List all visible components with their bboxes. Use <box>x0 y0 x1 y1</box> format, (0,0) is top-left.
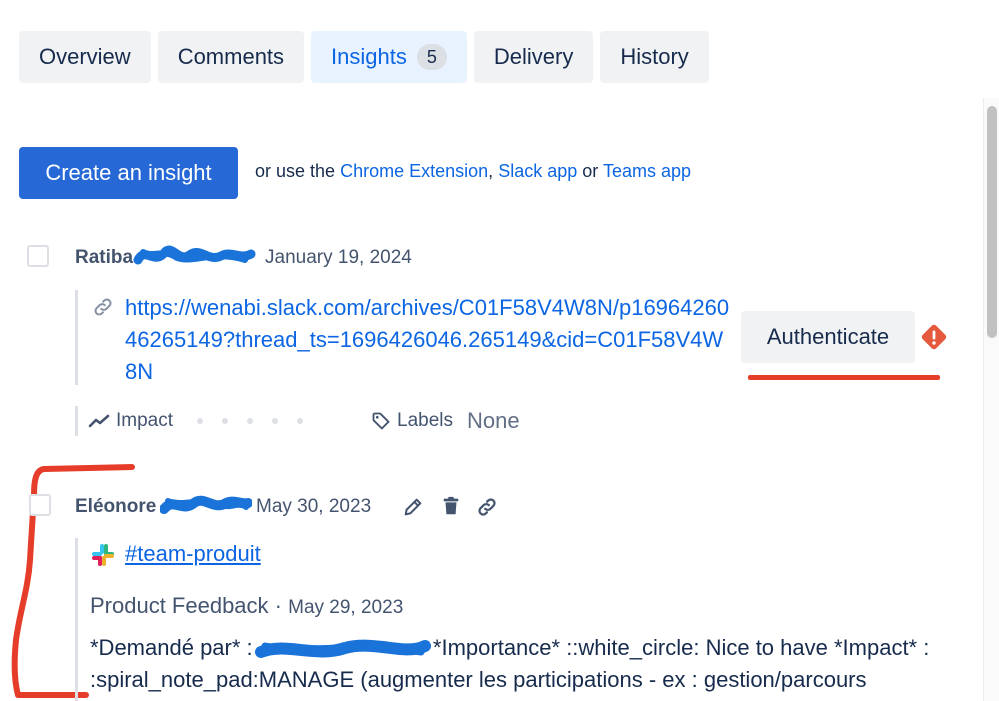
feedback-heading: Product Feedback · May 29, 2023 <box>90 593 403 619</box>
source-url-link[interactable]: https://wenabi.slack.com/archives/C01F58… <box>125 292 735 388</box>
quote-divider <box>75 538 78 701</box>
impact-dots[interactable] <box>197 418 304 424</box>
impact-dot[interactable] <box>272 418 279 424</box>
labels-value: None <box>467 408 520 433</box>
body-requested-by: *Demandé par* : <box>90 635 253 660</box>
comma-separator: , <box>488 161 494 181</box>
tab-comments[interactable]: Comments <box>157 31 305 83</box>
tag-icon <box>372 412 390 430</box>
integration-hint: or use the Chrome Extension, Slack app o… <box>255 161 691 182</box>
tab-delivery-label: Delivery <box>493 44 574 69</box>
chrome-extension-link[interactable]: Chrome Extension <box>340 161 488 181</box>
redaction-scribble <box>160 495 252 514</box>
insights-count-badge: 5 <box>416 44 447 70</box>
copy-link-icon[interactable] <box>476 496 498 518</box>
tab-history-label: History <box>620 44 689 69</box>
feedback-title: Product Feedback <box>90 593 269 618</box>
insight-author: Eléonore <box>75 496 157 517</box>
edit-pencil-icon[interactable] <box>402 496 424 518</box>
feedback-date: May 29, 2023 <box>288 597 404 618</box>
authenticate-button[interactable]: Authenticate <box>741 311 915 363</box>
redaction-scribble <box>254 639 431 659</box>
tab-delivery[interactable]: Delivery <box>473 31 594 83</box>
warning-icon <box>921 324 947 350</box>
slack-app-link[interactable]: Slack app <box>498 161 577 181</box>
tab-insights-label: Insights <box>331 44 407 69</box>
slack-channel-link[interactable]: #team-produit <box>125 541 261 567</box>
feedback-body: *Demandé par* : *Importance* ::white_cir… <box>90 632 970 696</box>
title-separator: · <box>274 593 282 618</box>
tab-history[interactable]: History <box>600 31 709 83</box>
tab-comments-label: Comments <box>177 44 285 69</box>
labels-label: Labels <box>397 410 453 431</box>
or-text: or <box>582 161 599 181</box>
labels-field[interactable]: Labels None <box>371 406 520 436</box>
scrollbar-thumb[interactable] <box>987 106 997 338</box>
redaction-scribble <box>133 245 256 265</box>
teams-app-link[interactable]: Teams app <box>603 161 691 181</box>
impact-dot[interactable] <box>247 418 254 424</box>
insight-date: January 19, 2024 <box>265 247 412 268</box>
tab-insights[interactable]: Insights 5 <box>311 31 467 83</box>
impact-dot[interactable] <box>297 418 304 424</box>
trash-icon[interactable] <box>440 495 462 517</box>
slack-icon <box>92 544 114 566</box>
insight-select-checkbox[interactable] <box>29 494 51 516</box>
or-use-text: or use the <box>255 161 336 181</box>
insight-date: May 30, 2023 <box>256 496 372 517</box>
vertical-scrollbar[interactable] <box>983 98 999 701</box>
impact-dot[interactable] <box>222 418 229 424</box>
impact-dot[interactable] <box>197 418 204 424</box>
annotation-underline <box>748 375 940 380</box>
